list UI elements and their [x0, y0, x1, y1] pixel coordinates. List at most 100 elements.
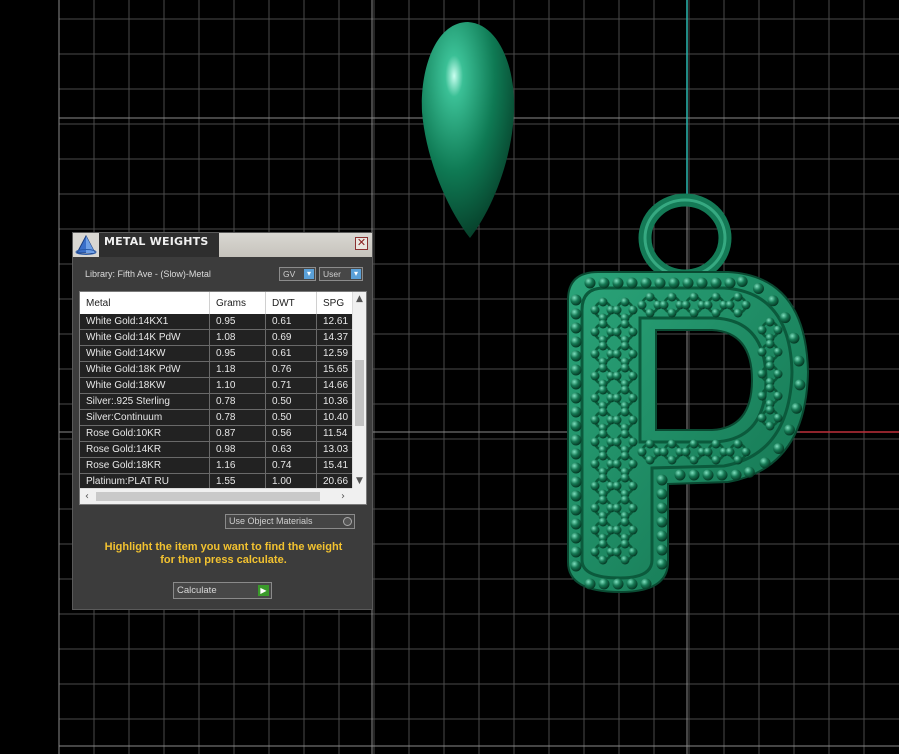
- pave-bead: [765, 339, 775, 349]
- pave-bead: [612, 437, 622, 447]
- cell-metal: White Gold:14K PdW: [86, 332, 181, 343]
- pave-bead: [598, 451, 608, 461]
- pave-bead: [757, 347, 767, 357]
- use-object-materials-toggle[interactable]: Use Object Materials: [225, 514, 355, 529]
- pave-bead: [570, 560, 582, 572]
- pave-bead: [598, 495, 608, 505]
- user-select-label: User: [323, 269, 341, 279]
- table-row[interactable]: Silver:.925 Sterling 0.78 0.50 10.36: [80, 394, 353, 410]
- pave-bead: [730, 469, 742, 481]
- cell-spg: 10.40: [323, 412, 349, 423]
- table-row[interactable]: White Gold:18KW 1.10 0.71 14.66: [80, 378, 353, 394]
- column-header-grams[interactable]: Grams: [216, 298, 246, 309]
- gv-select-label: GV: [283, 269, 296, 279]
- pave-bead: [598, 363, 608, 373]
- pave-bead: [570, 518, 582, 530]
- pave-bead: [590, 327, 600, 337]
- pave-bead: [668, 277, 680, 289]
- pave-bead: [612, 305, 622, 315]
- pave-bead: [620, 319, 630, 329]
- pave-bead: [612, 503, 622, 513]
- instruction-line-2: for then press calculate.: [160, 554, 287, 566]
- pave-bead: [656, 488, 668, 500]
- table-row[interactable]: White Gold:14KX1 0.95 0.61 12.61: [80, 314, 353, 330]
- cell-metal: White Gold:18K PdW: [86, 364, 181, 375]
- pave-bead: [612, 393, 622, 403]
- radio-icon[interactable]: [343, 517, 352, 526]
- cell-dwt: 0.50: [272, 396, 292, 407]
- pave-bead: [570, 420, 582, 432]
- pave-bead: [620, 473, 630, 483]
- horizontal-scrollbar[interactable]: ‹ ›: [80, 488, 353, 504]
- table-row[interactable]: White Gold:14KW 0.95 0.61 12.59: [80, 346, 353, 362]
- pave-bead: [626, 277, 638, 289]
- pave-bead: [628, 547, 638, 557]
- pave-bead: [733, 308, 743, 318]
- scroll-down-icon[interactable]: ▼: [353, 474, 366, 488]
- pave-bead: [620, 429, 630, 439]
- panel-title: METAL WEIGHTS: [104, 235, 209, 248]
- column-header-metal[interactable]: Metal: [86, 298, 110, 309]
- cell-grams: 1.55: [216, 476, 236, 487]
- table-row[interactable]: White Gold:14K PdW 1.08 0.69 14.37: [80, 330, 353, 346]
- pave-bead: [598, 517, 608, 527]
- pave-bead: [590, 459, 600, 469]
- cell-spg: 14.37: [323, 332, 349, 343]
- scroll-thumb[interactable]: [355, 360, 364, 426]
- pave-bead: [620, 385, 630, 395]
- table-row[interactable]: Platinum:PLAT RU 1.55 1.00 20.66: [80, 474, 353, 488]
- pave-bead: [598, 341, 608, 351]
- scroll-left-icon[interactable]: ‹: [80, 489, 94, 504]
- cell-dwt: 1.00: [272, 476, 292, 487]
- scroll-right-icon[interactable]: ›: [336, 489, 350, 504]
- table-row[interactable]: Silver:Continuum 0.78 0.50 10.40: [80, 410, 353, 426]
- table-row[interactable]: Rose Gold:18KR 1.16 0.74 15.41: [80, 458, 353, 474]
- pave-bead: [628, 371, 638, 381]
- cell-spg: 20.66: [323, 476, 349, 487]
- pave-bead: [733, 439, 743, 449]
- pave-bead: [570, 350, 582, 362]
- pave-bead: [620, 451, 630, 461]
- pave-bead: [688, 469, 700, 481]
- cell-dwt: 0.50: [272, 412, 292, 423]
- table-body: White Gold:14KX1 0.95 0.61 12.61 White Gold:…: [80, 314, 353, 488]
- cell-grams: 0.98: [216, 444, 236, 455]
- scroll-up-icon[interactable]: ▲: [353, 292, 366, 306]
- pave-bead: [689, 439, 699, 449]
- metal-weights-panel: METAL WEIGHTS ✕ Library: Fifth Ave - (Sl…: [72, 232, 373, 610]
- cell-metal: Silver:Continuum: [86, 412, 163, 423]
- pave-bead: [681, 300, 691, 310]
- cell-spg: 12.61: [323, 316, 349, 327]
- metal-table[interactable]: Metal Grams DWT SPG White Gold:14KX1 0.95…: [79, 291, 367, 505]
- table-row[interactable]: Rose Gold:14KR 0.98 0.63 13.03: [80, 442, 353, 458]
- pave-bead: [710, 277, 722, 289]
- cell-grams: 0.87: [216, 428, 236, 439]
- gv-select[interactable]: GV ▾: [279, 267, 316, 281]
- pave-bead: [757, 391, 767, 401]
- pave-bead: [667, 292, 677, 302]
- pave-bead: [628, 503, 638, 513]
- close-button[interactable]: ✕: [355, 237, 368, 250]
- pave-bead: [628, 481, 638, 491]
- pave-bead: [598, 539, 608, 549]
- table-header: Metal Grams DWT SPG: [80, 292, 353, 314]
- pave-bead: [628, 349, 638, 359]
- table-row[interactable]: Rose Gold:10KR 0.87 0.56 11.54: [80, 426, 353, 442]
- pave-bead: [773, 442, 785, 454]
- vertical-scrollbar[interactable]: ▲ ▼: [352, 292, 366, 488]
- pave-bead: [598, 473, 608, 483]
- calculate-button[interactable]: Calculate ▶: [173, 582, 272, 599]
- panel-titlebar[interactable]: METAL WEIGHTS ✕: [73, 233, 372, 257]
- cell-metal: Platinum:PLAT RU: [86, 476, 169, 487]
- table-row[interactable]: White Gold:18K PdW 1.18 0.76 15.65: [80, 362, 353, 378]
- dropdown-arrow-icon: ▾: [351, 269, 361, 279]
- user-select[interactable]: User ▾: [319, 267, 363, 281]
- pave-bead: [620, 363, 630, 373]
- pave-bead: [584, 578, 596, 590]
- pave-bead: [773, 391, 783, 401]
- column-header-dwt[interactable]: DWT: [272, 298, 295, 309]
- scroll-thumb-horizontal[interactable]: [96, 492, 320, 501]
- pave-bead: [612, 547, 622, 557]
- pave-bead: [612, 578, 624, 590]
- column-header-spg[interactable]: SPG: [323, 298, 344, 309]
